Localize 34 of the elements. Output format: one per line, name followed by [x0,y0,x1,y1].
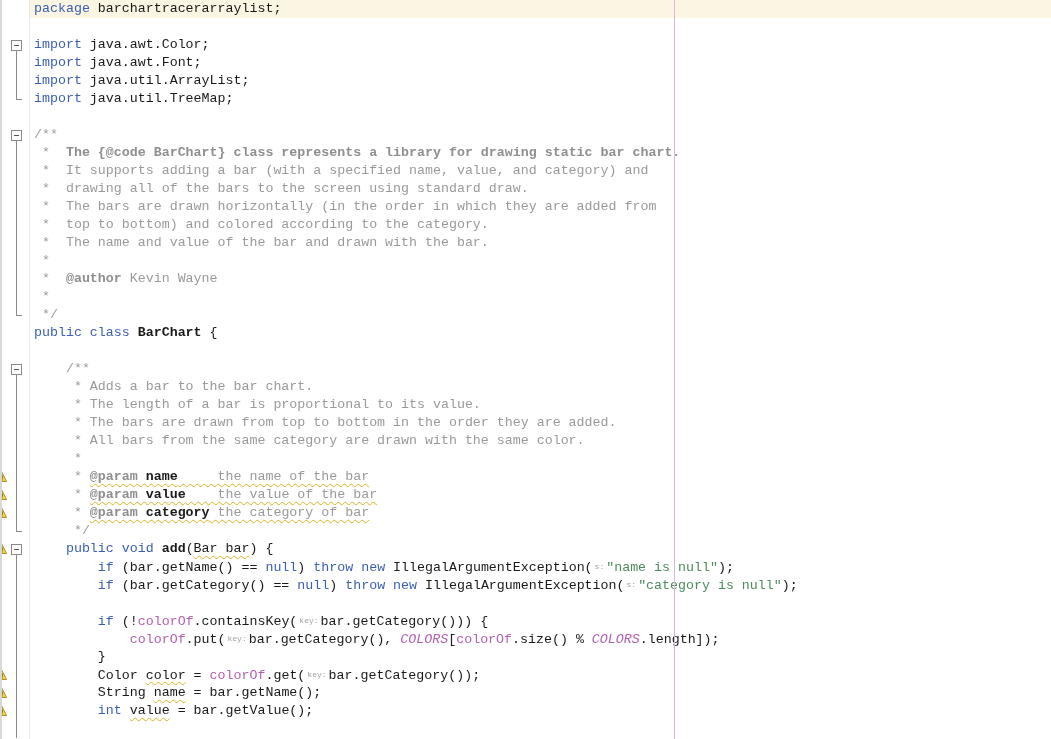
code-line: import java.awt.Color; [34,36,210,54]
fold-toggle-icon[interactable] [11,364,22,375]
code-line: */ [40,306,58,324]
code-line: * drawing all of the bars to the screen using standard draw. [40,180,529,198]
code-line: * @param value the value of the bar [72,486,378,504]
code-line: public class BarChart { [34,324,218,342]
code-line: import java.util.ArrayList; [34,72,250,90]
code-line: * @author Kevin Wayne [40,270,218,288]
code-line: * Adds a bar to the bar chart. [72,378,314,396]
code-line: String name = bar.getName(); [96,684,322,702]
code-line: int value = bar.getValue(); [96,702,314,720]
code-line: * The length of a bar is proportional to its value. [72,396,481,414]
code-line: /** [64,360,90,378]
code-line: } [96,648,106,666]
fold-toggle-icon[interactable] [11,40,22,51]
code-line: * All bars from the same category are drawn with the same color. [72,432,585,450]
code-line: * [40,288,50,306]
code-line: * @param name the name of the bar [72,468,370,486]
code-line: import java.awt.Font; [34,54,202,72]
code-line: */ [72,522,90,540]
code-line: public void add(Bar bar) { [64,540,274,558]
code-line: * [40,252,50,270]
code-line: * It supports adding a bar (with a specified name, value, and category) and [40,162,649,180]
code-line: * @param category the category of bar [72,504,370,522]
fold-toggle-icon[interactable] [11,130,22,141]
code-line: package barchartracerarraylist; [34,0,282,18]
fold-toggle-icon[interactable] [11,544,22,555]
code-line: * [72,450,82,468]
code-line: * The name and value of the bar and drawn with the bar. [40,234,489,252]
code-line: /** [34,126,58,144]
code-line: * The bars are drawn horizontally (in the order in which they are added from [40,198,657,216]
code-line: * The bars are drawn from top to bottom in the order they are added. [72,414,617,432]
code-line: import java.util.TreeMap; [34,90,234,108]
code-line: * top to bottom) and colored according to the category. [40,216,489,234]
